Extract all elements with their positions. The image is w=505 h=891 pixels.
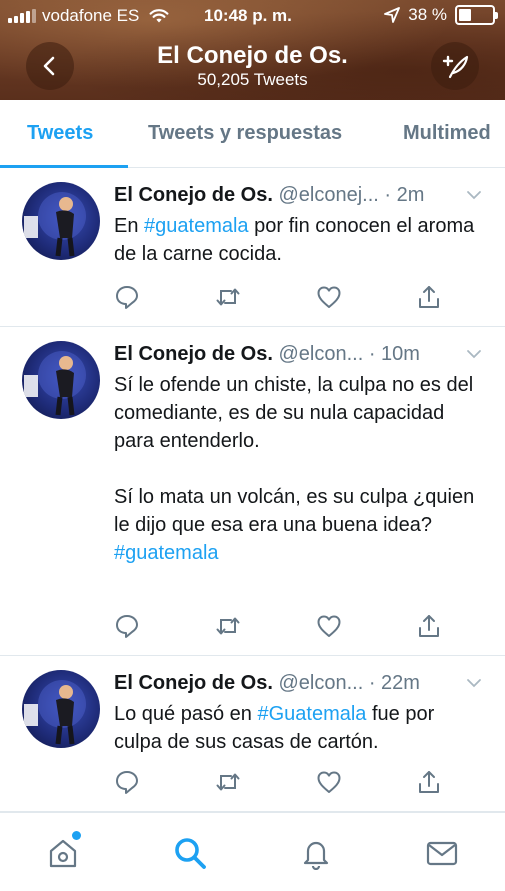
tweet-time: · 2m — [384, 184, 425, 206]
profile-header: vodafone ES 10:48 p. m. 38 % El Conejo d… — [0, 0, 505, 100]
tab-tweets[interactable]: Tweets — [27, 122, 93, 145]
tweet-text: Lo qué pasó en #Guatemala fue por culpa … — [114, 700, 487, 756]
carrier-name: vodafone ES — [42, 6, 140, 25]
nav-messages[interactable] — [422, 833, 462, 873]
tweet-paragraph: Sí lo mata un volcán, es su culpa ¿quien… — [114, 486, 475, 536]
nav-notifications[interactable] — [296, 833, 336, 873]
profile-bar: El Conejo de Os. 50,205 Tweets — [0, 32, 505, 100]
tweet-actions — [114, 613, 444, 639]
avatar[interactable] — [22, 670, 100, 748]
tweet[interactable]: El Conejo de Os. @elconej... · 2m En #gu… — [0, 168, 505, 327]
tweet-paragraph: Sí le ofende un chiste, la culpa no es d… — [114, 374, 474, 452]
like-icon[interactable] — [316, 284, 342, 310]
tweet-time: · 10m — [368, 343, 420, 365]
retweet-icon[interactable] — [215, 613, 241, 639]
avatar[interactable] — [22, 341, 100, 419]
avatar-photo — [24, 351, 86, 416]
tweet-author-handle[interactable]: @elcon... — [278, 343, 363, 365]
nav-search[interactable] — [170, 833, 210, 873]
tab-tweets-y-respuestas[interactable]: Tweets y respuestas — [148, 122, 342, 145]
tweet[interactable]: El Conejo de Os. @elcon... · 22m Lo qué … — [0, 656, 505, 812]
tweet-author-handle[interactable]: @elconej... — [278, 184, 378, 206]
reply-icon[interactable] — [114, 769, 140, 795]
tweet-actions — [114, 769, 444, 795]
tweet-text: Sí le ofende un chiste, la culpa no es d… — [114, 371, 487, 567]
status-bar: vodafone ES 10:48 p. m. 38 % — [0, 0, 505, 32]
battery-level — [459, 9, 471, 21]
messages-icon — [426, 841, 458, 866]
retweet-icon[interactable] — [215, 769, 241, 795]
nav-home[interactable] — [43, 831, 83, 873]
avatar-photo — [24, 680, 86, 745]
status-time: 10:48 p. m. — [204, 6, 292, 25]
tweet-text: En #guatemala por fin conocen el aroma d… — [114, 212, 487, 268]
reply-icon[interactable] — [114, 284, 140, 310]
like-icon[interactable] — [316, 769, 342, 795]
hashtag-link[interactable]: #guatemala — [114, 542, 219, 564]
profile-name: El Conejo de Os. — [157, 42, 348, 69]
chevron-down-icon[interactable] — [465, 674, 483, 692]
hashtag-link[interactable]: #Guatemala — [257, 703, 366, 725]
notifications-icon — [303, 841, 329, 870]
share-icon[interactable] — [416, 769, 442, 795]
compose-tweet-button[interactable] — [431, 42, 479, 90]
tweet-time: · 22m — [368, 672, 420, 694]
avatar[interactable] — [22, 182, 100, 260]
compose-tweet-icon — [442, 55, 469, 79]
battery-percent: 38 % — [408, 5, 447, 24]
home-icon — [49, 839, 77, 868]
chevron-down-icon[interactable] — [465, 345, 483, 363]
search-icon — [175, 838, 206, 869]
hashtag-link[interactable]: #guatemala — [144, 215, 249, 237]
share-icon[interactable] — [416, 284, 442, 310]
location-icon — [384, 7, 401, 23]
tweet-author-name[interactable]: El Conejo de Os. — [114, 672, 273, 694]
like-icon[interactable] — [316, 613, 342, 639]
wifi-icon — [149, 9, 169, 23]
tab-multimedia[interactable]: Multimed — [403, 122, 491, 145]
tweet-author-handle[interactable]: @elcon... — [278, 672, 363, 694]
tweet-text-part: En — [114, 215, 145, 237]
share-icon[interactable] — [416, 613, 442, 639]
notification-dot — [72, 831, 81, 840]
tweet[interactable]: El Conejo de Os. @elcon... · 10m Sí le o… — [0, 327, 505, 656]
battery-icon — [455, 5, 498, 25]
tweet-author-name[interactable]: El Conejo de Os. — [114, 184, 273, 206]
tweet-author-name[interactable]: El Conejo de Os. — [114, 343, 273, 365]
tweet-actions — [114, 284, 444, 310]
chevron-down-icon[interactable] — [465, 186, 483, 204]
tweet-text-part: Lo qué pasó en — [114, 703, 258, 725]
profile-tabs: Tweets Tweets y respuestas Multimed — [0, 100, 505, 168]
signal-icon — [8, 9, 36, 23]
avatar-photo — [24, 192, 86, 257]
tweet-count: 50,205 Tweets — [197, 70, 308, 89]
bottom-navigation — [0, 812, 505, 891]
reply-icon[interactable] — [114, 613, 140, 639]
retweet-icon[interactable] — [215, 284, 241, 310]
